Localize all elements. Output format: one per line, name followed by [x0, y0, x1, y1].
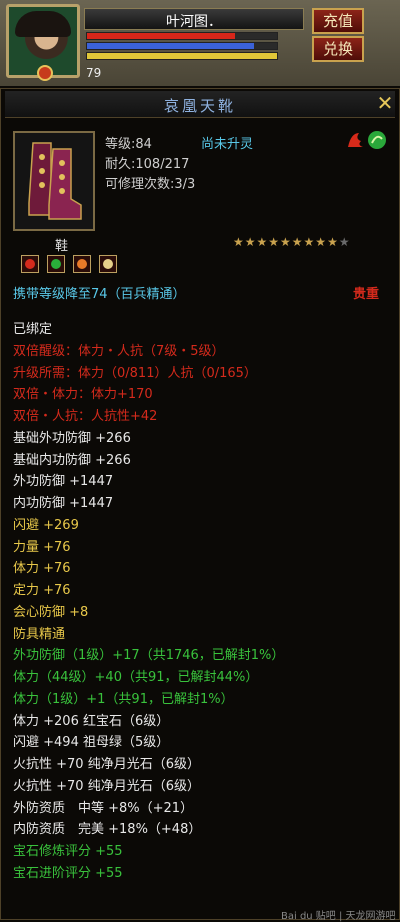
empty-stars: ★: [338, 235, 351, 249]
filled-stars: ★★★★★★★★★: [233, 235, 339, 249]
character-status-bar: 79 叶河图． 充值 兑换: [0, 0, 400, 86]
jade-badge-icon: [368, 131, 386, 149]
rage-bar-fill: [87, 53, 277, 59]
item-icon-frame: [13, 131, 95, 231]
attribute-list: 已绑定 双倍醒级：体力・人抗（7级・5级） 升级所需：体力（0/811）人抗（0…: [13, 319, 393, 885]
attribute-row: 外功防御（1级）+17（共1746，已解封1%）: [13, 648, 285, 664]
attribute-row: 防具精通: [13, 626, 66, 642]
green-gem-slot-icon[interactable]: [47, 255, 66, 273]
attribute-row: 体力 +206 红宝石（6级）: [13, 713, 170, 729]
attribute-row: 双倍・人抗：人抗性+42: [13, 409, 158, 424]
rage-bar: [86, 52, 278, 60]
attribute-row: 会心防御 +8: [13, 604, 89, 620]
attribute-row: 力量 +76: [13, 539, 71, 555]
attribute-row: 宝石进阶评分 +55: [13, 865, 123, 881]
boots-icon: [15, 133, 93, 229]
item-name: 哀凰天靴: [163, 97, 236, 115]
character-portrait[interactable]: [6, 4, 80, 81]
fire-badge-icon: [348, 133, 363, 147]
hp-bar-fill: [87, 33, 236, 39]
attribute-row: 双倍醒级：体力・人抗（7级・5级）: [13, 343, 225, 359]
item-type: 鞋: [55, 239, 69, 254]
attribute-row: 闪避 +494 祖母绿（5级）: [13, 735, 170, 751]
portrait-hair: [15, 11, 71, 37]
attribute-row: 体力（44级）+40（共91，已解封44%）: [13, 670, 259, 685]
mp-bar: [86, 42, 278, 50]
upgrade-status: 尚未升灵: [201, 137, 254, 152]
attribute-row: 内功防御 +1447: [13, 496, 114, 511]
star-rating: ★★★★★★★★★★: [233, 235, 351, 249]
item-level: 等级:84: [105, 137, 152, 152]
close-icon[interactable]: ✕: [375, 93, 395, 113]
attribute-row: 基础内功防御 +266: [13, 452, 131, 468]
character-level: 79: [86, 66, 102, 80]
faction-emblem-icon: [37, 65, 53, 81]
attribute-row: 内防资质 完美 +18%（+48）: [13, 822, 202, 838]
attribute-row: 基础外功防御 +266: [13, 430, 131, 446]
attribute-row: 火抗性 +70 纯净月光石（6级）: [13, 757, 200, 772]
rarity-label: 贵重: [353, 287, 380, 302]
attribute-row: 升级所需：体力（0/811）人抗（0/165）: [13, 365, 257, 381]
hp-bar: [86, 32, 278, 40]
character-name-plate: 叶河图．: [84, 8, 304, 30]
moonstone-gem-slot-icon[interactable]: [99, 255, 118, 273]
tooltip-title-bar: 哀凰天靴 ✕: [5, 91, 395, 118]
attribute-row: 体力 +76: [13, 561, 71, 577]
mp-bar-fill: [87, 43, 255, 49]
red-gem-slot-icon[interactable]: [21, 255, 39, 273]
recharge-button[interactable]: 充值: [312, 8, 364, 34]
attribute-row: 外功防御 +1447: [13, 474, 114, 490]
attribute-row: 火抗性 +70 纯净月光石（6级）: [13, 778, 200, 794]
attribute-row: 闪避 +269: [13, 517, 79, 533]
character-name: 叶河图．: [166, 14, 222, 30]
attribute-row: 宝石修炼评分 +55: [13, 844, 123, 859]
attribute-row: 外防资质 中等 +8%（+21）: [13, 800, 194, 816]
attribute-row: 双倍・体力：体力+170: [13, 387, 153, 403]
item-tooltip-panel: 哀凰天靴 ✕ 等级:84 尚未升灵 耐久:108/217 可修理次数:3/3 鞋…: [0, 88, 400, 922]
attribute-row: 已绑定: [13, 322, 53, 337]
gem-slots: [21, 255, 120, 277]
attribute-row: 体力（1级）+1（共91，已解封1%）: [13, 691, 234, 707]
attribute-row: 定力 +76: [13, 583, 71, 598]
upgrade-badges: [348, 131, 386, 149]
carry-level-requirement: 携带等级降至74（百兵精通）: [13, 287, 186, 302]
fire-gem-slot-icon[interactable]: [73, 255, 92, 273]
item-durability: 耐久:108/217: [105, 157, 190, 172]
item-repair-count: 可修理次数:3/3: [105, 177, 196, 192]
exchange-button[interactable]: 兑换: [312, 36, 364, 62]
